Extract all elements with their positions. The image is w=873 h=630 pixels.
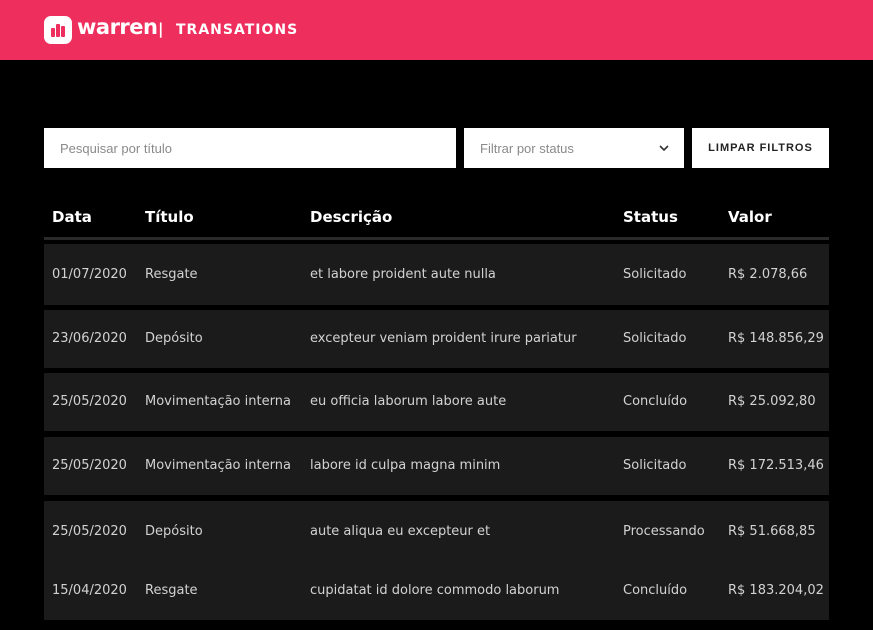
column-header[interactable]: Status (623, 208, 678, 226)
table-row[interactable]: 25/05/2020 Movimentação interna labore id … (44, 437, 829, 495)
cell-description: eu officia laborum labore aute (310, 394, 507, 409)
table-row[interactable]: 23/06/2020 Depósito excepteur veniam proid… (44, 310, 829, 368)
page-title: TRANSATIONS (176, 22, 299, 38)
cell-title: Resgate (145, 583, 198, 598)
table-row[interactable]: 25/05/2020 Movimentação interna eu officia… (44, 373, 829, 431)
app-header: warren | TRANSATIONS (0, 0, 873, 60)
cell-description: et labore proident aute nulla (310, 266, 496, 282)
cell-status: Concluído (623, 583, 688, 598)
cell-status: Concluído (623, 394, 688, 409)
cell-description: cupidatat id dolore commodo laborum (310, 583, 560, 598)
table-row[interactable]: 01/07/2020 Resgate et labore proident aute… (44, 244, 829, 305)
cell-value: R$ 183.204,02 (728, 583, 824, 598)
cell-title: Movimentação interna (145, 394, 291, 409)
cell-date: 15/04/2020 (52, 583, 127, 598)
cell-date: 01/07/2020 (52, 266, 127, 282)
cell-value: R$ 25.092,80 (728, 394, 816, 409)
column-header[interactable]: Valor (728, 208, 772, 226)
cell-status: Solicitado (623, 266, 687, 282)
status-filter-placeholder: Filtrar por status (480, 141, 574, 156)
cell-value: R$ 172.513,46 (728, 458, 824, 473)
cell-date: 25/05/2020 (52, 458, 127, 473)
cell-value: R$ 51.668,85 (728, 523, 816, 539)
table-row[interactable]: 15/04/2020 Resgate cupidatat id dolore com… (44, 562, 829, 620)
clear-filters-button[interactable]: LIMPAR FILTROS (692, 128, 829, 168)
search-input[interactable] (44, 128, 456, 168)
column-header[interactable]: Título (145, 208, 194, 226)
cell-status: Processando (623, 523, 705, 539)
cell-value: R$ 148.856,29 (728, 331, 824, 346)
cell-status: Solicitado (623, 458, 687, 473)
cell-value: R$ 2.078,66 (728, 266, 808, 282)
cell-description: labore id culpa magna minim (310, 458, 501, 473)
cell-date: 23/06/2020 (52, 331, 127, 346)
cell-description: aute aliqua eu excepteur et (310, 523, 491, 539)
cell-title: Depósito (145, 523, 203, 539)
column-header[interactable]: Data (52, 208, 92, 226)
cell-status: Solicitado (623, 331, 687, 346)
brand-name[interactable]: warren (77, 15, 158, 39)
header-separator: | (158, 20, 164, 38)
cell-description: excepteur veniam proident irure pariatur (310, 331, 577, 346)
cell-date: 25/05/2020 (52, 394, 127, 409)
table-row[interactable]: 25/05/2020 Depósito aute aliqua eu excepte… (44, 501, 829, 562)
table-body: 01/07/2020 Resgate et labore proident aute… (44, 244, 829, 620)
column-header[interactable]: Descrição (310, 208, 392, 226)
status-filter-select[interactable]: Filtrar por status (464, 128, 684, 168)
warren-logo-icon[interactable] (44, 16, 72, 44)
cell-title: Resgate (145, 266, 198, 282)
transactions-table: Data Título Descrição Status Valor 01/07/202… (44, 198, 829, 620)
cell-title: Movimentação interna (145, 458, 291, 473)
chevron-down-icon (659, 145, 669, 152)
table-header: Data Título Descrição Status Valor (44, 198, 829, 240)
cell-date: 25/05/2020 (52, 523, 127, 539)
cell-title: Depósito (145, 331, 203, 346)
